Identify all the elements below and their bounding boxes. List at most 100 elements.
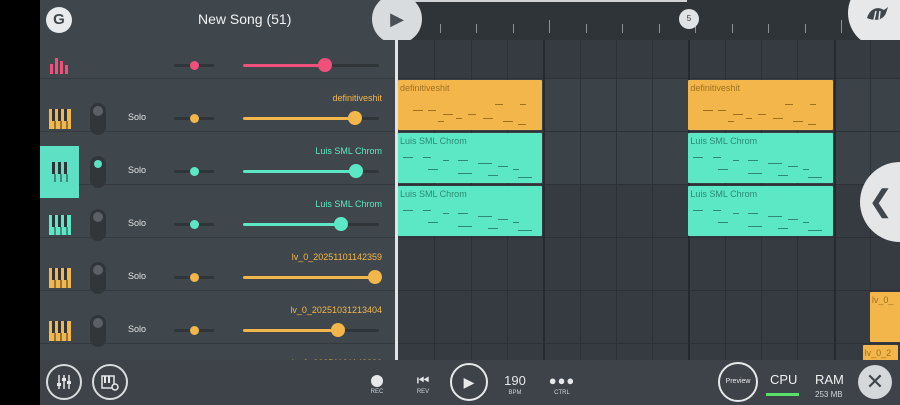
pan-knob[interactable] <box>189 167 199 176</box>
play-icon[interactable]: ▶ <box>450 363 488 401</box>
clip-label: Luis SML Chrom <box>690 136 758 146</box>
pan-knob[interactable] <box>189 114 199 123</box>
pan-knob[interactable] <box>189 326 199 335</box>
ruler-tick <box>549 20 550 33</box>
volume-slider[interactable] <box>243 58 379 72</box>
clip-note <box>438 121 444 122</box>
timeline-ruler[interactable] <box>397 0 900 40</box>
pattern-clip[interactable]: definitiveshit <box>398 80 543 130</box>
clip-note <box>733 213 740 214</box>
playlist-lane[interactable] <box>398 291 900 344</box>
clip-note <box>488 228 498 229</box>
volume-slider[interactable] <box>243 217 379 231</box>
clip-note <box>443 114 453 115</box>
channel-row[interactable]: Solo lv_0_20251031213404 <box>40 291 395 347</box>
volume-slider[interactable] <box>243 111 379 125</box>
clip-note <box>768 163 783 164</box>
volume-knob[interactable] <box>333 217 348 231</box>
pan-slider[interactable] <box>174 220 214 229</box>
channel-row[interactable]: Solo lv_0_20251101142359 <box>40 238 395 294</box>
volume-knob[interactable] <box>331 323 346 337</box>
grid-line <box>652 40 654 360</box>
clip-note <box>746 118 753 119</box>
solo-label[interactable]: Solo <box>128 218 146 228</box>
pattern-clip[interactable]: definitiveshit <box>688 80 833 130</box>
pan-slider[interactable] <box>174 326 214 335</box>
pan-slider[interactable] <box>174 61 214 70</box>
channel-name[interactable]: Luis SML Chrom <box>315 199 382 209</box>
song-title[interactable]: New Song (51) <box>198 11 291 27</box>
ruler-tick <box>841 20 842 33</box>
clip-note <box>803 169 810 170</box>
pattern-clip[interactable]: Luis SML Chrom <box>688 133 833 183</box>
volume-knob[interactable] <box>367 270 382 284</box>
volume-knob[interactable] <box>347 111 362 125</box>
pan-slider[interactable] <box>174 167 214 176</box>
song-progress-line <box>397 0 687 2</box>
clip-note <box>503 121 513 122</box>
volume-slider[interactable] <box>243 270 382 284</box>
channel-mute-toggle[interactable] <box>90 103 106 135</box>
pattern-clip[interactable]: lv_0_ <box>869 292 900 342</box>
volume-slider[interactable] <box>243 164 379 178</box>
pattern-clip[interactable]: Luis SML Chrom <box>398 186 543 236</box>
pan-slider[interactable] <box>174 273 214 282</box>
pan-knob[interactable] <box>189 273 199 282</box>
close-icon[interactable]: ✕ <box>858 365 892 399</box>
preview-button[interactable]: Preview <box>718 362 758 402</box>
more-dots-icon: ●●● <box>548 373 576 388</box>
piano-settings-icon[interactable] <box>92 364 128 400</box>
ruler-tick <box>731 24 733 33</box>
channel-row[interactable] <box>40 26 395 79</box>
playlist-lane[interactable] <box>398 40 900 79</box>
ctrl-button[interactable]: ●●● CTRL <box>547 373 577 396</box>
solo-label[interactable]: Solo <box>128 271 146 281</box>
channel-mute-toggle[interactable] <box>90 315 106 347</box>
bar-marker[interactable]: 5 <box>679 9 699 29</box>
pattern-clip[interactable]: Luis SML Chrom <box>398 133 543 183</box>
clip-note <box>788 166 799 167</box>
clip-note <box>693 157 704 158</box>
reverse-button[interactable]: ⏮ REV <box>410 373 436 395</box>
channel-mute-toggle[interactable] <box>90 209 106 241</box>
ruler-tick <box>658 24 660 33</box>
rev-label: REV <box>416 389 430 395</box>
channel-row[interactable]: Solo definitiveshit <box>40 79 395 135</box>
clip-note <box>788 219 799 220</box>
ruler-tick <box>768 24 769 33</box>
pan-knob[interactable] <box>189 61 199 70</box>
volume-knob[interactable] <box>317 58 332 72</box>
solo-label[interactable]: Solo <box>128 112 146 122</box>
channel-row[interactable]: Solo Luis SML Chrom <box>40 132 395 198</box>
solo-label[interactable]: Solo <box>128 324 146 334</box>
volume-slider[interactable] <box>243 323 379 337</box>
channel-row[interactable]: Solo Luis SML Chrom <box>40 185 395 241</box>
channel-name[interactable]: lv_0_20251031213404 <box>290 305 382 315</box>
pan-knob[interactable] <box>189 220 199 229</box>
cpu-label: CPU <box>770 372 798 387</box>
pattern-clip[interactable]: lv_0_2 <box>862 345 898 360</box>
grid-line <box>833 40 836 360</box>
playlist-lane[interactable] <box>398 238 900 291</box>
clip-note <box>733 114 744 115</box>
channel-mute-toggle[interactable] <box>90 156 106 188</box>
ram-value: 253 MB <box>815 390 843 399</box>
skip-back-icon: ⏮ <box>416 372 430 388</box>
mixer-icon[interactable] <box>46 364 82 400</box>
clip-note <box>458 226 472 227</box>
clip-note <box>513 169 519 170</box>
channel-name[interactable]: Luis SML Chrom <box>315 146 382 156</box>
channel-name[interactable]: definitiveshit <box>332 93 382 103</box>
playlist-area[interactable]: definitiveshit definitiveshit Luis SML Chr… <box>398 40 900 360</box>
solo-label[interactable]: Solo <box>128 165 146 175</box>
pattern-clip[interactable]: Luis SML Chrom <box>688 186 833 236</box>
clip-note <box>748 213 759 214</box>
ruler-tick <box>476 24 477 33</box>
pan-slider[interactable] <box>174 114 214 123</box>
record-button[interactable]: REC <box>366 375 388 395</box>
clip-note <box>403 210 413 211</box>
channel-name[interactable]: lv_0_20251101142359 <box>292 252 382 262</box>
tempo-button[interactable]: 190 BPM <box>500 373 530 396</box>
channel-mute-toggle[interactable] <box>90 262 106 294</box>
volume-knob[interactable] <box>348 164 363 178</box>
